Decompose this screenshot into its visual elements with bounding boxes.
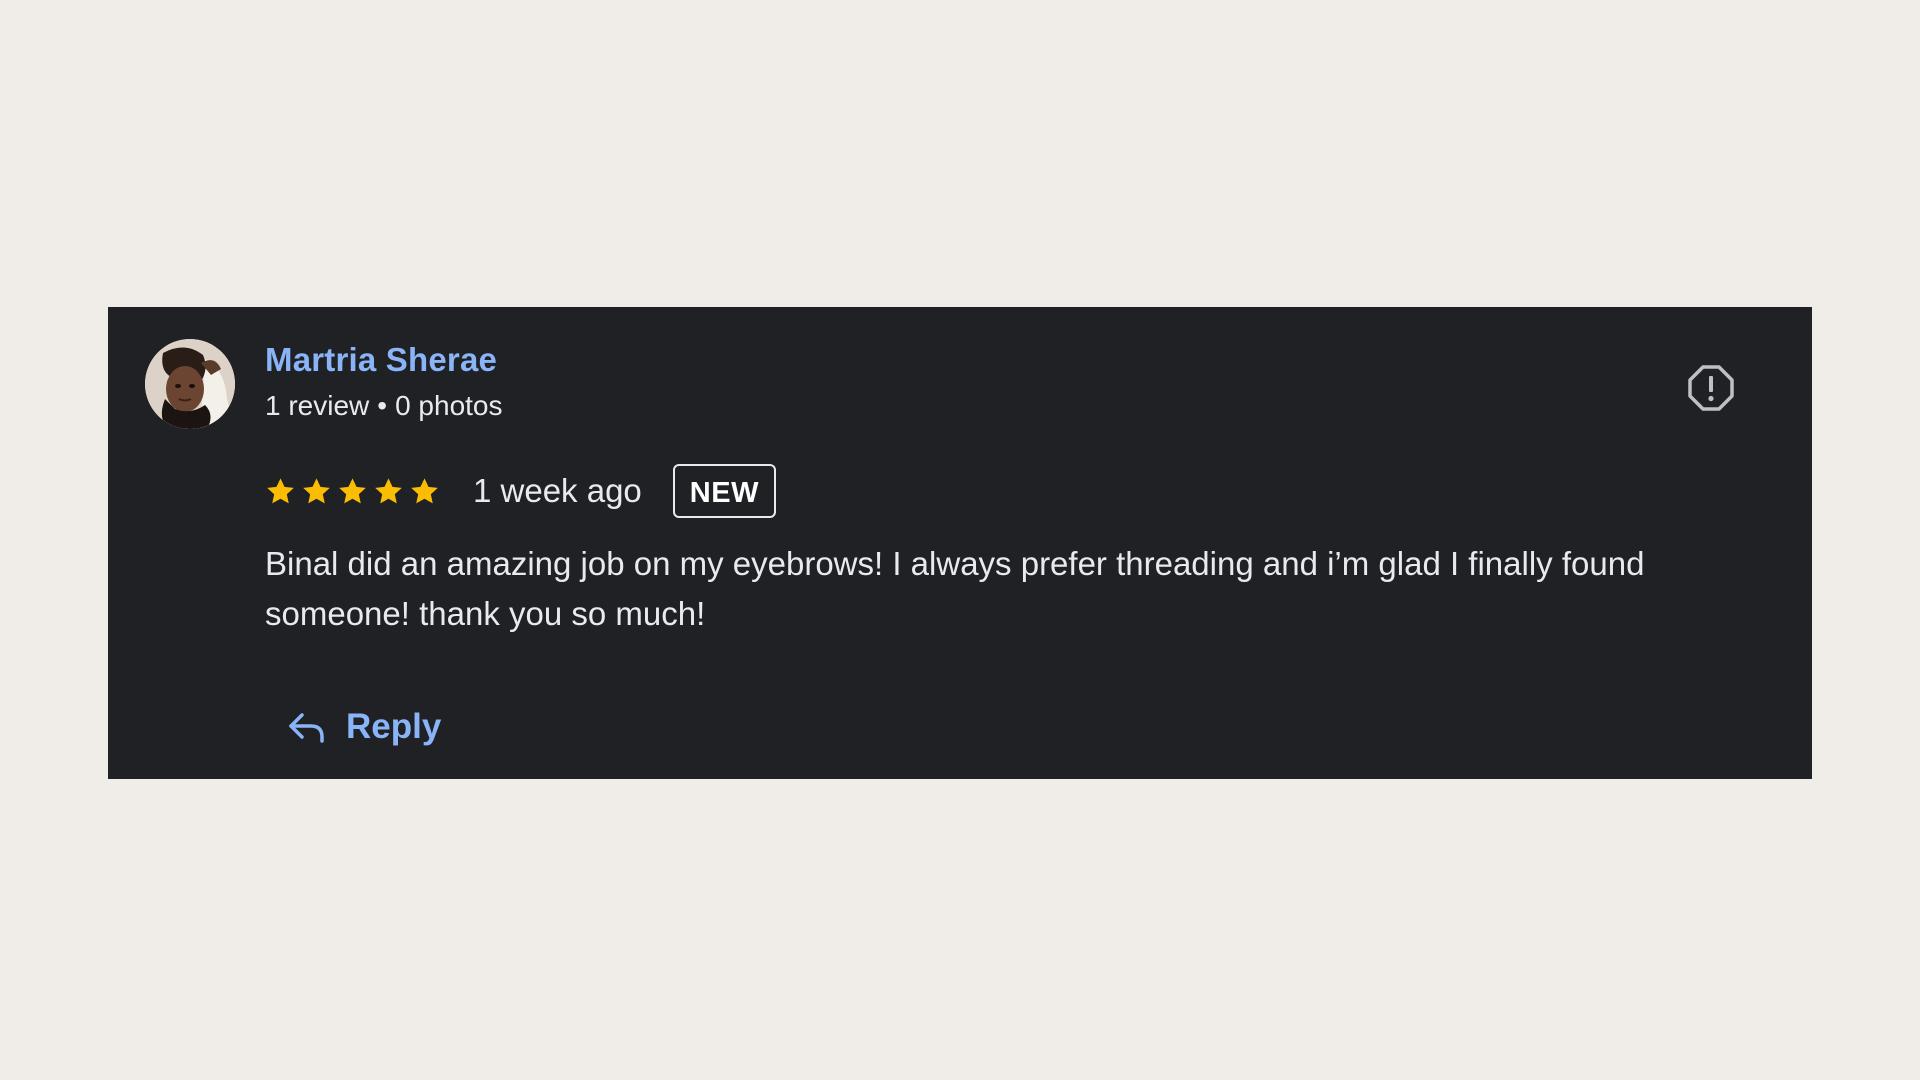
review-card: Martria Sherae 1 review • 0 photos 1 week …	[108, 307, 1812, 779]
author-stats: 1 review • 0 photos	[265, 390, 503, 422]
rating-row: 1 week ago NEW	[265, 462, 776, 520]
star-rating	[265, 476, 440, 507]
new-badge: NEW	[672, 464, 776, 518]
reply-button[interactable]: Reply	[286, 702, 441, 752]
review-timestamp: 1 week ago	[473, 472, 642, 509]
star-icon	[375, 477, 402, 503]
reply-label: Reply	[346, 707, 442, 746]
author-name[interactable]: Martria Sherae	[265, 341, 497, 379]
star-icon	[339, 477, 366, 503]
star-icon	[267, 477, 294, 503]
author-avatar[interactable]	[145, 339, 235, 429]
photo-count: 0 photos	[395, 390, 503, 421]
avatar-photo	[145, 339, 235, 429]
reply-arrow-icon	[289, 713, 324, 743]
report-review-button[interactable]	[1686, 363, 1736, 413]
star-icon	[303, 477, 330, 503]
star-icon	[411, 477, 438, 503]
report-flag-icon	[1688, 365, 1734, 411]
review-count: 1 review	[265, 390, 370, 421]
review-body: Binal did an amazing job on my eyebrows!…	[265, 545, 1645, 632]
meta-separator: •	[377, 390, 388, 421]
